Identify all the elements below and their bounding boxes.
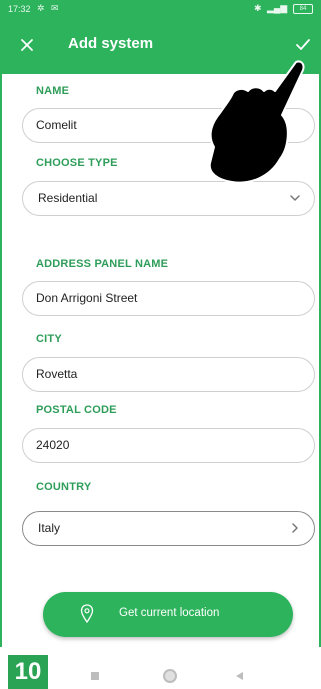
postal-code-field[interactable] xyxy=(22,428,315,463)
postal-code-label: POSTAL CODE xyxy=(36,404,117,416)
get-location-button[interactable]: Get current location xyxy=(43,592,293,637)
status-bar: 17:32 ✲ ✉ ✱ ▂▄▆ 84 xyxy=(0,0,321,18)
step-number-badge: 10 xyxy=(8,655,48,689)
city-field[interactable] xyxy=(22,357,315,392)
get-location-label: Get current location xyxy=(119,607,220,619)
status-time: 17:32 xyxy=(8,4,31,14)
bluetooth-icon: ✱ xyxy=(254,3,262,13)
location-pin-icon xyxy=(80,604,94,624)
address-field[interactable] xyxy=(22,281,315,316)
left-edge-accent xyxy=(0,18,2,647)
signal-icon: ▂▄▆ xyxy=(267,3,288,13)
notification-status-icon: ✉ xyxy=(51,3,59,13)
chevron-down-icon xyxy=(290,195,300,201)
type-selected-value: Residential xyxy=(38,191,98,205)
chevron-right-icon xyxy=(292,523,298,533)
country-select[interactable]: Italy xyxy=(22,511,315,546)
country-label: COUNTRY xyxy=(36,481,92,493)
city-input[interactable] xyxy=(36,358,286,390)
pointing-hand-icon xyxy=(208,60,305,184)
recents-nav-icon[interactable] xyxy=(91,672,99,680)
name-label: NAME xyxy=(36,85,70,97)
system-nav-bar xyxy=(0,647,321,689)
battery-icon: 84 xyxy=(293,4,313,14)
postal-code-input[interactable] xyxy=(36,429,286,461)
close-button[interactable] xyxy=(14,32,40,58)
back-nav-icon[interactable] xyxy=(236,672,243,680)
settings-status-icon: ✲ xyxy=(37,3,45,13)
page-title: Add system xyxy=(68,35,154,52)
country-selected-value: Italy xyxy=(38,521,61,535)
close-icon xyxy=(21,39,33,51)
city-label: CITY xyxy=(36,333,62,345)
address-input[interactable] xyxy=(36,282,286,314)
address-label: ADDRESS PANEL NAME xyxy=(36,258,169,270)
home-nav-icon[interactable] xyxy=(163,669,177,683)
type-label: CHOOSE TYPE xyxy=(36,157,118,169)
